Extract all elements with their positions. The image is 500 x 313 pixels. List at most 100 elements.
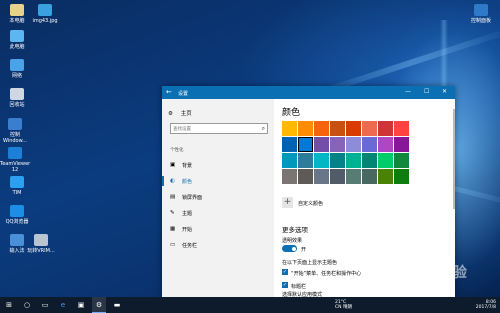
- store-icon[interactable]: ▣: [74, 297, 88, 313]
- home-link[interactable]: ⚙ 主页: [168, 109, 192, 117]
- search-icon: ⌕: [261, 125, 265, 132]
- start-button[interactable]: ⊞: [2, 297, 16, 313]
- desktop-icon[interactable]: 玩转VRIM...: [26, 234, 56, 254]
- desktop-icon[interactable]: 控制面板: [466, 4, 496, 24]
- color-swatch[interactable]: [378, 169, 393, 184]
- watermark: Bai经验: [414, 265, 467, 281]
- color-swatch[interactable]: [346, 153, 361, 168]
- color-swatch[interactable]: [282, 153, 297, 168]
- sidebar-item-background[interactable]: ▣ 背景: [162, 159, 274, 171]
- desktop-icon[interactable]: img43.jpg: [30, 4, 60, 24]
- title-bar-check-label: 标题栏: [291, 284, 307, 290]
- settings-sidebar: ⚙ 主页 查找设置 ⌕ 个性化 ▣ 背景 ◐ 颜色 ▤ 锁屏界面 ✎ 主题 ▦ …: [162, 99, 274, 297]
- taskbar: ⊞ ○ ▭ e ▣ ⚙ ▬ 21°C CN 晴朗 8:06 2017/7/8: [0, 297, 500, 313]
- accent-surfaces-label: 在以下页面上显示主题色: [282, 260, 338, 266]
- sidebar-item-taskbar[interactable]: ▭ 任务栏: [162, 239, 274, 251]
- transparency-toggle[interactable]: [282, 245, 297, 252]
- browser-icon: [10, 205, 24, 217]
- desktop-icon[interactable]: 控制 Window...: [0, 118, 30, 144]
- maximize-button[interactable]: ☐: [424, 88, 429, 96]
- search-button[interactable]: ○: [20, 297, 34, 313]
- color-swatch[interactable]: [362, 153, 377, 168]
- color-swatch[interactable]: [314, 121, 329, 136]
- app-taskbar-icon[interactable]: ▬: [110, 297, 124, 313]
- color-swatch[interactable]: [362, 169, 377, 184]
- color-swatch[interactable]: [314, 169, 329, 184]
- picture-icon: ▣: [170, 162, 176, 168]
- edge-icon[interactable]: e: [56, 297, 70, 313]
- color-swatch[interactable]: [394, 121, 409, 136]
- search-input[interactable]: 查找设置 ⌕: [170, 123, 268, 134]
- color-swatch[interactable]: [282, 121, 297, 136]
- image-file-icon: [38, 4, 52, 16]
- gear-icon: ⚙: [168, 111, 173, 117]
- color-swatch[interactable]: [378, 121, 393, 136]
- window-title: 设置: [178, 91, 189, 97]
- start-taskbar-check-label: “开始”菜单、任务栏和操作中心: [291, 271, 362, 277]
- color-swatch[interactable]: [298, 153, 313, 168]
- sidebar-item-lockscreen[interactable]: ▤ 锁屏界面: [162, 191, 274, 203]
- control-icon: [8, 118, 22, 130]
- palette-icon: ◐: [170, 178, 175, 184]
- sidebar-item-themes[interactable]: ✎ 主题: [162, 207, 274, 219]
- start-taskbar-checkbox[interactable]: ✓: [282, 269, 288, 275]
- color-swatch-grid: [282, 121, 410, 185]
- desktop-icon[interactable]: 本电脑: [2, 4, 32, 24]
- plus-icon[interactable]: +: [282, 197, 293, 208]
- title-bar-checkbox[interactable]: ✓: [282, 282, 288, 288]
- color-swatch[interactable]: [282, 169, 297, 184]
- color-swatch[interactable]: [394, 137, 409, 152]
- task-view-button[interactable]: ▭: [38, 297, 52, 313]
- clock[interactable]: 8:06 2017/7/8: [462, 300, 496, 310]
- settings-window: ← 设置 — ☐ ✕ ⚙ 主页 查找设置 ⌕ 个性化 ▣ 背景 ◐ 颜色 ▤ 锁…: [162, 86, 455, 298]
- color-swatch[interactable]: [378, 137, 393, 152]
- color-swatch[interactable]: [378, 153, 393, 168]
- computer-icon: [10, 30, 24, 42]
- title-bar: ← 设置 — ☐ ✕: [162, 86, 455, 99]
- color-swatch[interactable]: [394, 153, 409, 168]
- color-swatch[interactable]: [394, 169, 409, 184]
- input-method-icon: [10, 234, 24, 246]
- color-swatch[interactable]: [362, 137, 377, 152]
- more-options-heading: 更多选项: [282, 226, 308, 234]
- scrollbar[interactable]: [453, 109, 455, 209]
- desktop-icon[interactable]: TeamViewer 12: [0, 147, 30, 173]
- color-swatch[interactable]: [330, 121, 345, 136]
- minimize-button[interactable]: —: [405, 88, 411, 96]
- file-icon: [34, 234, 48, 246]
- sidebar-item-colors[interactable]: ◐ 颜色: [162, 175, 274, 187]
- desktop-icon[interactable]: TIM: [2, 176, 32, 196]
- desktop-icon[interactable]: QQ浏览器: [2, 205, 32, 225]
- section-title: 个性化: [170, 148, 184, 153]
- color-swatch[interactable]: [298, 137, 313, 152]
- custom-color-button[interactable]: 自定义颜色: [298, 200, 323, 207]
- close-button[interactable]: ✕: [442, 88, 447, 96]
- color-swatch[interactable]: [346, 169, 361, 184]
- transparency-label: 透明效果: [282, 238, 303, 244]
- color-swatch[interactable]: [330, 169, 345, 184]
- color-swatch[interactable]: [314, 153, 329, 168]
- color-swatch[interactable]: [362, 121, 377, 136]
- settings-taskbar-icon[interactable]: ⚙: [92, 297, 106, 313]
- color-swatch[interactable]: [282, 137, 297, 152]
- color-swatch[interactable]: [346, 137, 361, 152]
- color-swatch[interactable]: [330, 137, 345, 152]
- color-swatch[interactable]: [314, 137, 329, 152]
- desktop-icon[interactable]: 网络: [2, 59, 32, 79]
- start-grid-icon: ▦: [170, 226, 176, 232]
- color-swatch[interactable]: [330, 153, 345, 168]
- folder-icon: [10, 4, 24, 16]
- color-swatch[interactable]: [298, 169, 313, 184]
- back-arrow-icon[interactable]: ←: [166, 88, 172, 96]
- color-swatch[interactable]: [346, 121, 361, 136]
- recycle-bin-icon: [10, 88, 24, 100]
- desktop-icon[interactable]: 此电脑: [2, 30, 32, 50]
- sidebar-item-start[interactable]: ▦ 开始: [162, 223, 274, 235]
- desktop-icon[interactable]: 回收站: [2, 88, 32, 108]
- color-swatch[interactable]: [298, 121, 313, 136]
- weather-label: 21°C CN 晴朗: [335, 300, 352, 310]
- toggle-state-label: 开: [301, 247, 307, 253]
- teamviewer-icon: [8, 147, 22, 159]
- network-icon: [10, 59, 24, 71]
- control-panel-icon: [474, 4, 488, 16]
